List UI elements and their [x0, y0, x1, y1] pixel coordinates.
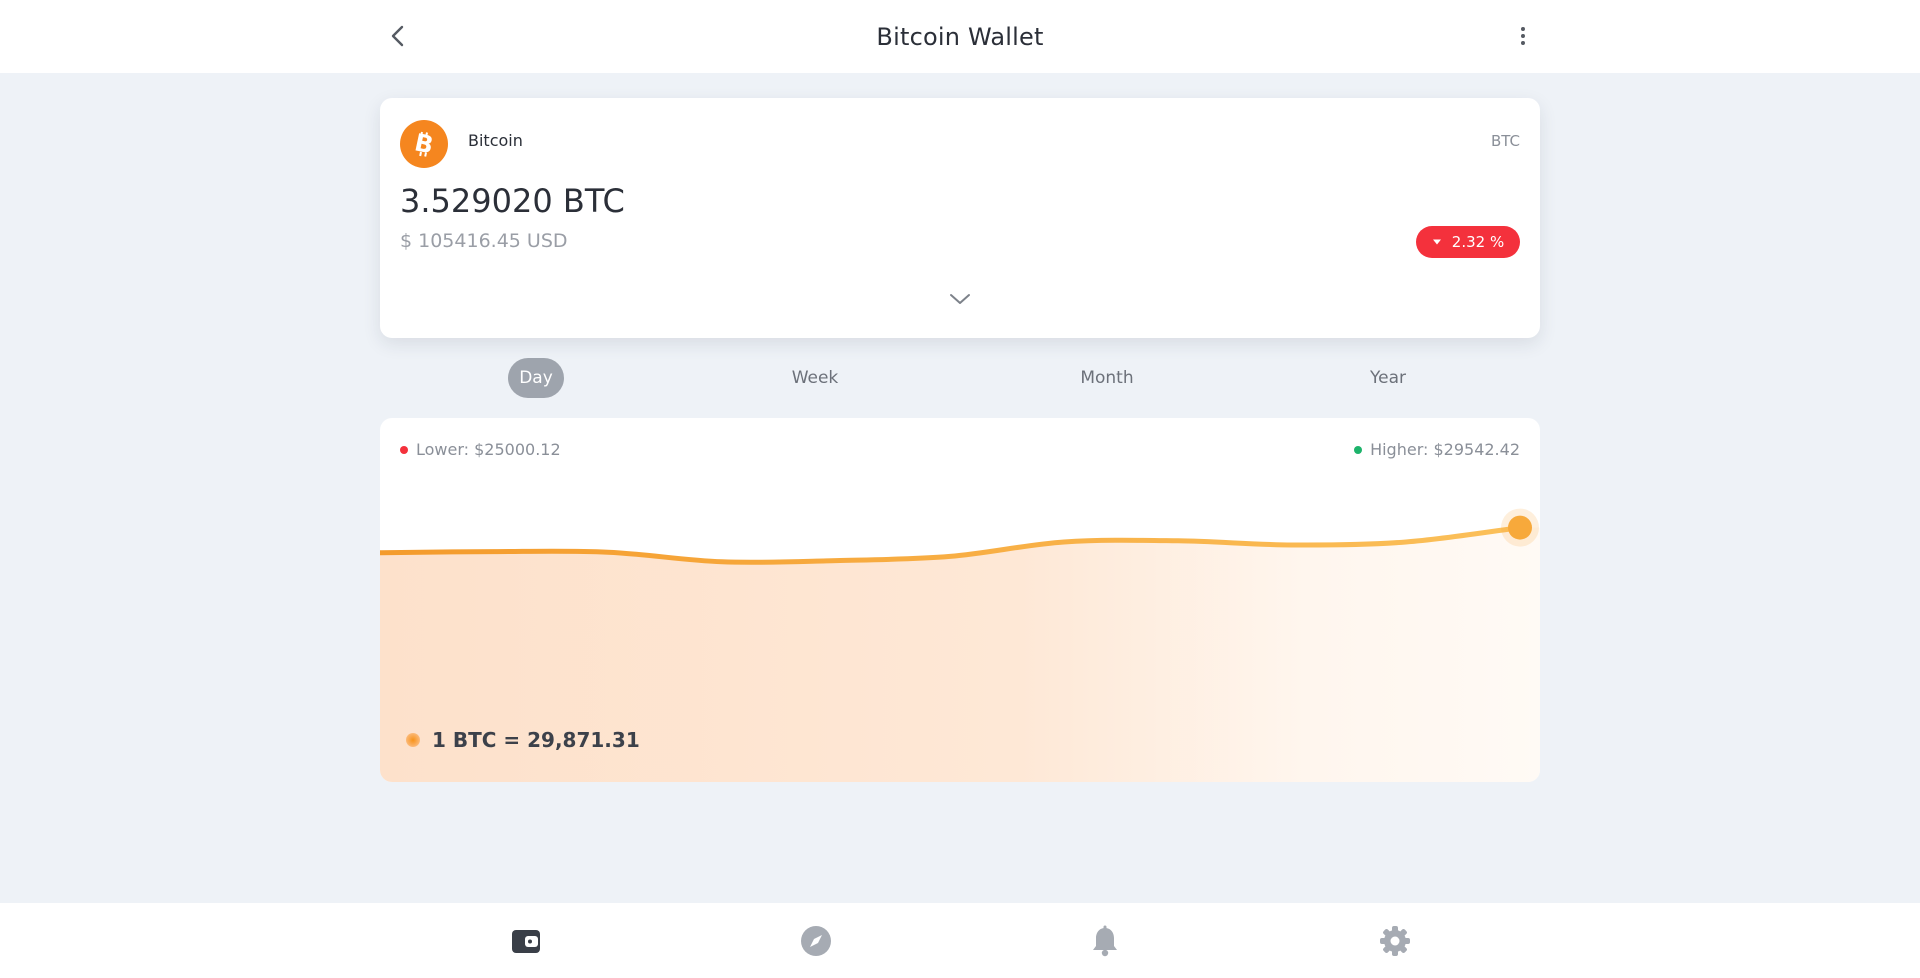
bottom-nav	[0, 903, 1920, 978]
expand-button[interactable]	[940, 284, 980, 314]
chevron-left-icon	[391, 25, 404, 47]
exchange-rate: 1 BTC = 29,871.31	[406, 728, 640, 752]
coin-name: Bitcoin	[468, 131, 523, 150]
top-bar: Bitcoin Wallet	[0, 0, 1920, 73]
wallet-card: B Bitcoin BTC 3.529020 BTC $ 105416.45 U…	[380, 98, 1540, 338]
gear-icon	[1380, 926, 1410, 956]
legend-lower: Lower: $25000.12	[400, 440, 561, 459]
balance-amount: 3.529020 BTC	[400, 182, 625, 220]
chevron-down-icon	[950, 294, 970, 304]
page-title: Bitcoin Wallet	[876, 22, 1044, 51]
caret-down-icon	[1432, 239, 1441, 245]
tab-year[interactable]: Year	[1350, 358, 1426, 398]
period-tabs: Day Week Month Year	[380, 356, 1540, 400]
bell-icon	[1093, 925, 1117, 957]
coin-symbol: BTC	[1490, 132, 1520, 150]
more-options-button[interactable]	[1505, 18, 1541, 54]
change-value: 2.32 %	[1451, 233, 1505, 251]
wallet-icon	[512, 930, 540, 953]
higher-dot	[1354, 445, 1363, 454]
more-vertical-icon	[1521, 27, 1525, 45]
tab-day[interactable]: Day	[508, 358, 564, 398]
legend-higher: Higher: $29542.42	[1354, 440, 1520, 459]
rate-dot	[406, 733, 420, 747]
tab-week[interactable]: Week	[775, 358, 855, 398]
lower-dot	[400, 445, 408, 454]
balance-usd: $ 105416.45 USD	[400, 230, 568, 252]
svg-text:B: B	[412, 129, 436, 159]
tab-month[interactable]: Month	[1062, 358, 1152, 398]
nav-notifications[interactable]	[1083, 921, 1127, 961]
price-chart-card: Lower: $25000.12 Higher: $29542.42 1 BTC…	[380, 418, 1540, 782]
change-badge: 2.32 %	[1416, 226, 1520, 258]
nav-wallet[interactable]	[504, 921, 548, 961]
compass-icon	[801, 926, 831, 956]
nav-explore[interactable]	[794, 921, 838, 961]
nav-settings[interactable]	[1373, 921, 1417, 961]
chart-end-marker	[1508, 515, 1532, 540]
back-button[interactable]	[380, 18, 416, 54]
rate-text: 1 BTC = 29,871.31	[432, 728, 640, 752]
legend-lower-label: Lower: $25000.12	[416, 440, 561, 459]
legend-higher-label: Higher: $29542.42	[1370, 440, 1520, 459]
bitcoin-icon: B	[400, 120, 448, 168]
